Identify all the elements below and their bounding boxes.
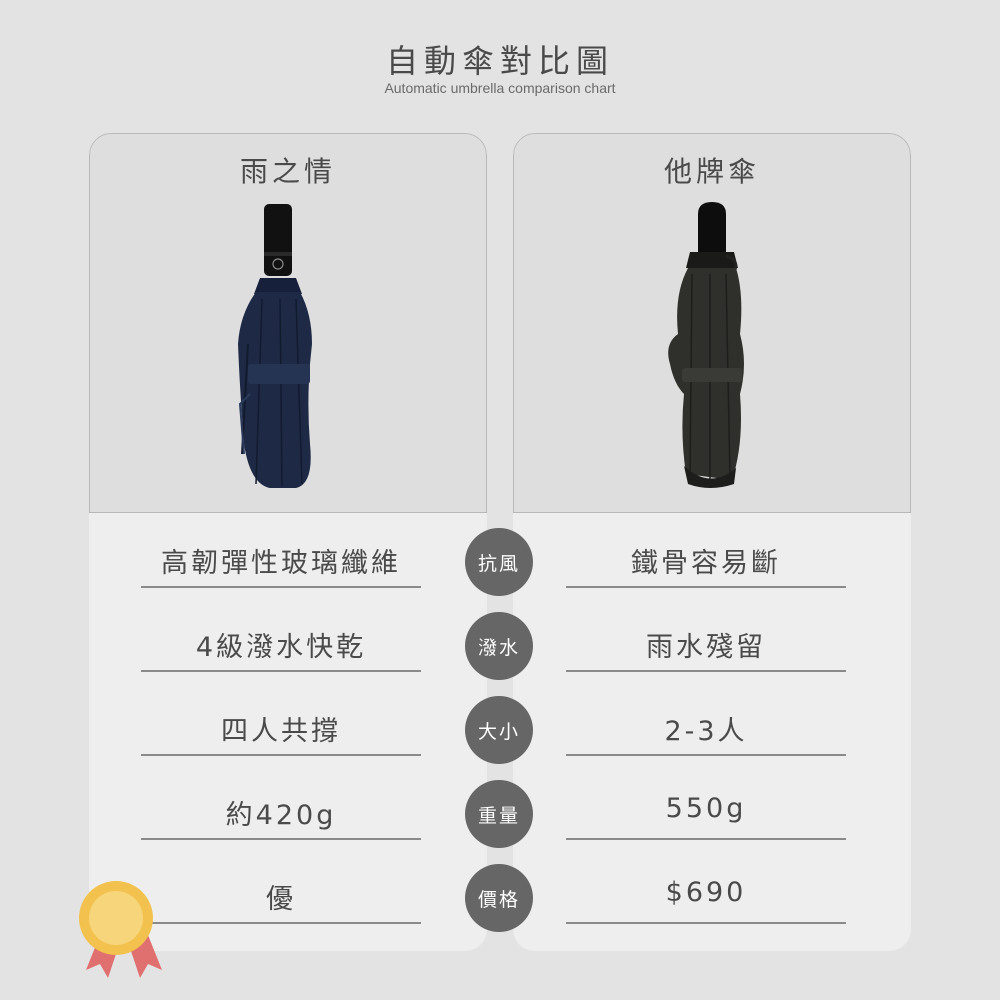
our-umbrella-photo-panel: 雨之情 (89, 133, 487, 513)
other-umbrella-card: 他牌傘 鐵骨容易斷 雨水殘留 2-3人 550g $690 (513, 133, 911, 951)
our-price-value: 優 (266, 884, 296, 915)
divider (566, 754, 846, 756)
divider (566, 922, 846, 924)
other-brand-name: 他牌傘 (663, 155, 760, 188)
dark-umbrella-image (668, 202, 744, 488)
page-title: 自動傘對比圖 (385, 42, 614, 80)
divider (141, 922, 421, 924)
our-umbrella-card: 雨之情 高韌彈性玻璃纖維 4級潑水快乾 四人共撐 約420g 優 (89, 133, 487, 951)
category-badge-water-repellent: 潑水 (465, 612, 533, 680)
other-water-repellent-value: 雨水殘留 (646, 632, 766, 663)
our-brand-name: 雨之情 (239, 155, 336, 188)
divider (141, 670, 421, 672)
category-badge-price: 價格 (465, 864, 533, 932)
other-weight-value: 550g (665, 793, 747, 824)
category-badge-size: 大小 (465, 696, 533, 764)
navy-umbrella-image (238, 204, 312, 488)
divider (566, 838, 846, 840)
category-badge-weight: 重量 (465, 780, 533, 848)
divider (566, 670, 846, 672)
other-wind-resistance-value: 鐵骨容易斷 (631, 548, 781, 579)
other-price-value: $690 (665, 877, 747, 908)
divider (566, 586, 846, 588)
category-badge-wind-resistance: 抗風 (465, 528, 533, 596)
divider (141, 754, 421, 756)
other-umbrella-photo-panel: 他牌傘 (513, 133, 911, 513)
our-wind-resistance-value: 高韌彈性玻璃纖維 (161, 548, 401, 579)
gold-medal-icon (79, 881, 162, 978)
our-weight-value: 約420g (225, 800, 337, 831)
page-subtitle: Automatic umbrella comparison chart (384, 80, 616, 96)
our-water-repellent-value: 4級潑水快乾 (195, 632, 367, 663)
other-size-value: 2-3人 (664, 716, 748, 747)
divider (141, 838, 421, 840)
our-size-value: 四人共撐 (221, 716, 341, 747)
divider (141, 586, 421, 588)
